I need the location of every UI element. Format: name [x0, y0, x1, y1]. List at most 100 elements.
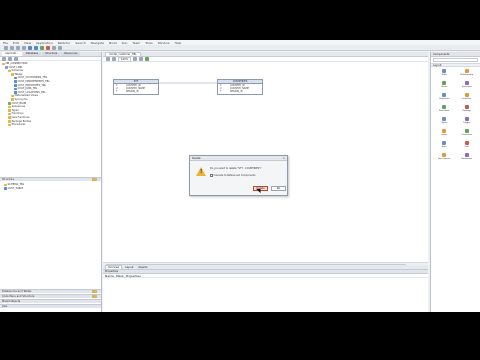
menu-help[interactable]: Help: [175, 41, 182, 45]
entity-stt[interactable]: STT P COUNTRY_ID U COUNTRY_NAME F REGION_ID: [113, 79, 159, 95]
mixed-objects-section[interactable]: Mixed Objects: [0, 299, 101, 303]
stop-icon[interactable]: [46, 45, 50, 50]
delete-confirm-dialog: Delete × ! Do you want to delete "STT - …: [189, 155, 288, 196]
palette-item-note[interactable]: Note: [433, 141, 456, 151]
types-icon: [442, 117, 447, 121]
palette-item-views[interactable]: Views: [433, 81, 456, 91]
close-icon[interactable]: ×: [282, 156, 285, 161]
entity-column: F REGION_ID: [116, 90, 139, 94]
entity-countries[interactable]: COUNTRIES P COUNTRY_ID U COUNTRY_NAME F REG…: [217, 79, 263, 95]
new-icon[interactable]: [4, 45, 8, 50]
open-icon[interactable]: [10, 45, 14, 50]
run-icon[interactable]: [40, 45, 44, 50]
table-icon: [14, 80, 17, 84]
table-icon: [442, 69, 447, 73]
palette-item-procedure[interactable]: Procedure: [433, 105, 456, 115]
tab-resources[interactable]: Resources: [61, 52, 81, 56]
tree-node[interactable]: Procedures: [2, 123, 99, 127]
table-icon: [14, 84, 17, 87]
checkbox-label: Cascade to Referenced Components: [213, 174, 256, 177]
palette-item-function[interactable]: Function: [456, 93, 479, 103]
folder-icon: [8, 109, 11, 112]
collapse-icon[interactable]: [14, 56, 18, 61]
palette-item-index[interactable]: Index: [433, 129, 456, 139]
folder-icon: [8, 123, 11, 127]
tab-structure[interactable]: Structure: [42, 52, 61, 56]
menu-build[interactable]: Build: [109, 41, 117, 45]
palette-item-constraint[interactable]: Constraint: [456, 129, 479, 139]
menu-application[interactable]: Application: [36, 41, 53, 45]
save-icon[interactable]: [16, 45, 20, 50]
palette-item-types[interactable]: Types: [433, 117, 456, 127]
components-palette: Components Layout Table Relationship Vie…: [430, 52, 480, 312]
folder-icon: [11, 73, 14, 76]
synonym-icon: [464, 81, 469, 85]
menu-team[interactable]: Team: [132, 41, 140, 45]
palette-item-table[interactable]: Table: [433, 69, 456, 79]
tab-model-customer[interactable]: model_customer_TBL: [105, 52, 141, 56]
palette-item-trigger[interactable]: Trigger: [456, 117, 479, 127]
dialog-title: Delete: [192, 157, 201, 160]
undo-icon[interactable]: [28, 45, 32, 50]
constraint-icon: [464, 129, 469, 133]
datasource-section[interactable]: Datasource and Tables: [0, 289, 101, 293]
menu-navigate[interactable]: Navigate: [91, 41, 104, 45]
bookmark-icon: [464, 153, 469, 157]
refresh-icon[interactable]: [8, 56, 12, 61]
properties-toolbar: Name Table Properties: [103, 274, 428, 278]
menu-refactor[interactable]: Refactor: [58, 41, 71, 45]
package-icon: [464, 105, 469, 109]
function-icon: [464, 93, 469, 97]
redo-icon[interactable]: [34, 45, 38, 50]
filter-icon[interactable]: [2, 56, 6, 61]
save-all-icon[interactable]: [22, 45, 26, 50]
folder-icon: [8, 116, 11, 119]
validate-icon[interactable]: [145, 57, 150, 61]
procedure-icon: [442, 105, 447, 109]
folder-icon: [8, 105, 11, 109]
properties-tab-table[interactable]: Table: [116, 274, 124, 278]
dialog-titlebar: Delete ×: [190, 156, 287, 161]
properties-panel: Properties Name Table Properties: [103, 269, 428, 312]
menu-run[interactable]: Run: [122, 41, 128, 45]
fit-icon[interactable]: [139, 57, 144, 61]
palette-item-java-source[interactable]: Java Source: [433, 153, 456, 163]
components-search-input[interactable]: [433, 58, 478, 62]
code-pane-section[interactable]: Code Pane and Structure: [0, 294, 101, 298]
palette-item-sequence[interactable]: Sequence: [433, 93, 456, 103]
search-icon[interactable]: [58, 45, 62, 50]
debug-icon[interactable]: [52, 45, 56, 50]
tab-applications[interactable]: Applicati...: [2, 52, 22, 56]
menu-search[interactable]: Search: [75, 41, 85, 45]
connection-icon: [5, 66, 8, 69]
palette-item-package[interactable]: Package: [456, 105, 479, 115]
no-button[interactable]: No: [271, 186, 286, 191]
menu-window[interactable]: Window: [158, 41, 170, 45]
palette-item-bookmark[interactable]: Bookmark: [456, 153, 479, 163]
sequence-icon: [442, 93, 447, 97]
palette-item-link[interactable]: Link: [456, 141, 479, 151]
properties-tab-name[interactable]: Name: [105, 274, 114, 278]
palette-item-synonym[interactable]: Synonym: [456, 81, 479, 91]
structure-tree: SCHEMA_TBL CUST_TABLE: [0, 182, 100, 191]
menu-tools[interactable]: Tools: [145, 41, 152, 45]
view-icon: [442, 81, 447, 85]
palette-item-relationship[interactable]: Relationship: [456, 69, 479, 79]
structure-section[interactable]: Structure: [0, 177, 101, 181]
properties-tab-properties[interactable]: Properties: [126, 274, 141, 278]
tree-node[interactable]: CUST_TABLE: [2, 187, 98, 191]
select-icon[interactable]: [106, 57, 110, 61]
navigator-tree: DB_CONNECTION CUST_LINK Schemas Tables C…: [0, 61, 101, 128]
section-badge: [92, 295, 97, 298]
checkbox-box[interactable]: [210, 174, 213, 177]
jobs-section[interactable]: Jobs: [0, 304, 101, 308]
menu-file[interactable]: File: [3, 41, 8, 45]
zoom-in-icon[interactable]: [112, 57, 116, 61]
tab-database[interactable]: Database: [22, 52, 42, 56]
zoom-out-icon[interactable]: [133, 57, 138, 61]
menu-edit[interactable]: Edit: [13, 41, 19, 45]
zoom-select[interactable]: 100%: [118, 56, 132, 62]
app-window: File Edit View Application Refactor Sear…: [0, 40, 480, 312]
menu-view[interactable]: View: [24, 41, 31, 45]
cascade-checkbox[interactable]: Cascade to Referenced Components: [210, 174, 255, 177]
